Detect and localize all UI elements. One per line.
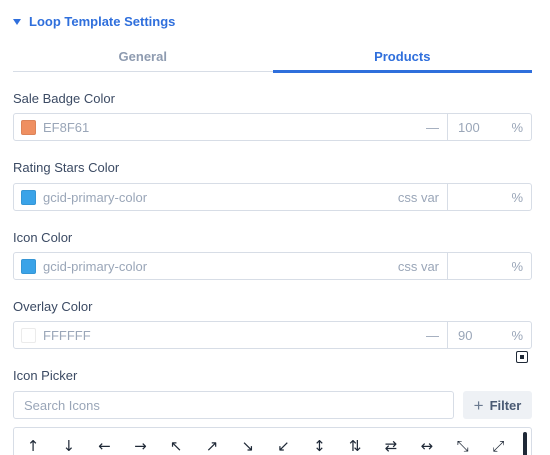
rating-stars-color-suffix: css var	[397, 189, 439, 205]
rating-stars-color-value: gcid-primary-color	[43, 189, 148, 205]
percent-unit: %	[511, 258, 523, 274]
arrow-left-icon[interactable]: ←	[94, 435, 116, 455]
sale-badge-color-swatch[interactable]	[21, 119, 36, 135]
arrow-right-icon[interactable]: →	[129, 435, 151, 455]
caret-down-icon	[13, 18, 21, 25]
tab-general[interactable]: General	[13, 42, 273, 71]
arrows-swap-horizontal-icon[interactable]: ⇄	[380, 435, 402, 455]
icon-grid: ↑ ↓ ← → ↖ ↗ ↘ ↙ ↕ ⇅ ⇄ ↔ ⤡ ⤢	[13, 427, 532, 455]
arrow-down-icon[interactable]: ↓	[58, 435, 80, 455]
overlay-color-input[interactable]: FFFFFF —	[14, 322, 448, 348]
icon-color-label: Icon Color	[13, 230, 73, 245]
rating-stars-color-field: gcid-primary-color css var %	[13, 183, 532, 211]
icon-color-value: gcid-primary-color	[43, 258, 148, 274]
percent-unit: %	[511, 119, 523, 135]
rating-stars-opacity-input[interactable]: %	[448, 184, 531, 210]
sale-badge-color-field: EF8F61 — 100 %	[13, 113, 532, 141]
sale-badge-color-input[interactable]: EF8F61 —	[14, 114, 448, 140]
rating-stars-color-label: Rating Stars Color	[13, 160, 120, 175]
icon-picker-label: Icon Picker	[13, 368, 78, 383]
arrows-vertical-icon[interactable]: ↕	[308, 435, 330, 455]
overlay-color-swatch[interactable]	[21, 327, 36, 343]
arrow-up-left-icon[interactable]: ↖	[165, 435, 187, 455]
sale-badge-opacity-value: 100	[458, 119, 480, 135]
filter-button[interactable]: + Filter	[463, 391, 532, 419]
sale-badge-color-suffix: —	[426, 119, 439, 135]
arrows-up-down-icon[interactable]: ⇅	[344, 435, 366, 455]
icon-color-suffix: css var	[397, 258, 439, 274]
icon-opacity-input[interactable]: %	[448, 253, 531, 279]
plus-icon: +	[473, 395, 484, 415]
overlay-color-suffix: —	[426, 327, 439, 343]
sale-badge-color-label: Sale Badge Color	[13, 91, 115, 106]
focus-square-icon[interactable]	[516, 351, 528, 363]
icon-grid-scrollbar[interactable]	[523, 432, 527, 455]
arrows-diagonal-icon[interactable]: ⤡	[452, 435, 474, 455]
tab-products[interactable]: Products	[272, 42, 533, 73]
arrow-down-left-icon[interactable]: ↙	[273, 435, 295, 455]
icon-color-input[interactable]: gcid-primary-color css var	[14, 253, 448, 279]
search-icons-input[interactable]	[13, 391, 454, 419]
sale-badge-color-value: EF8F61	[43, 119, 90, 135]
overlay-opacity-input[interactable]: 90 %	[448, 322, 531, 348]
overlay-color-label: Overlay Color	[13, 299, 93, 314]
arrow-down-right-icon[interactable]: ↘	[237, 435, 259, 455]
overlay-color-value: FFFFFF	[43, 327, 91, 343]
section-title: Loop Template Settings	[29, 13, 176, 29]
icon-color-swatch[interactable]	[21, 258, 36, 274]
percent-unit: %	[511, 189, 523, 205]
rating-stars-color-input[interactable]: gcid-primary-color css var	[14, 184, 448, 210]
overlay-color-field: FFFFFF — 90 %	[13, 321, 532, 349]
arrows-horizontal-icon[interactable]: ↔	[416, 435, 438, 455]
percent-unit: %	[511, 327, 523, 343]
filter-button-label: Filter	[489, 397, 522, 413]
arrows-expand-icon[interactable]: ⤢	[487, 435, 509, 455]
arrow-up-icon[interactable]: ↑	[22, 435, 44, 455]
section-toggle[interactable]: Loop Template Settings	[13, 12, 175, 30]
sale-badge-opacity-input[interactable]: 100 %	[448, 114, 531, 140]
arrow-up-right-icon[interactable]: ↗	[201, 435, 223, 455]
tab-bar: General Products	[13, 42, 533, 73]
overlay-opacity-value: 90	[458, 327, 473, 343]
rating-stars-color-swatch[interactable]	[21, 189, 36, 205]
icon-color-field: gcid-primary-color css var %	[13, 252, 532, 280]
